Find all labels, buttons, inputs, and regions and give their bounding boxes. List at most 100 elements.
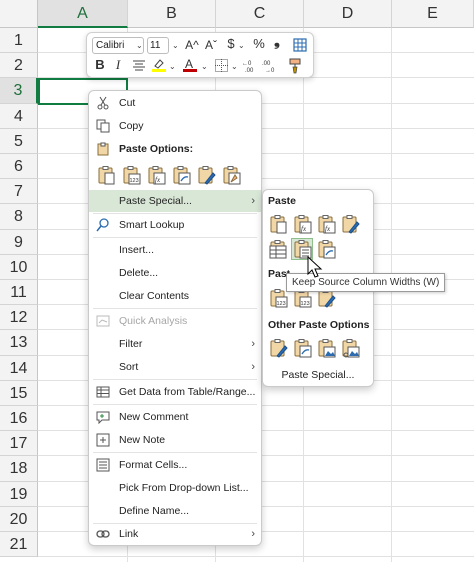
row-header-11[interactable]: 11 [0, 280, 38, 306]
comma-style-button[interactable]: ❟ [268, 34, 286, 50]
row-header-12[interactable]: 12 [0, 305, 38, 331]
font-color-icon[interactable]: A [183, 57, 197, 73]
paste-picture-icon[interactable] [316, 338, 336, 358]
format-table-icon[interactable] [293, 38, 307, 52]
row-header-3[interactable]: 3 [0, 78, 38, 104]
menu-item-label: Copy [119, 120, 144, 132]
row-header-15[interactable]: 15 [0, 380, 38, 406]
paste-formulas-number-formatting-icon[interactable]: fx [316, 214, 336, 234]
column-header-c[interactable]: C [216, 0, 304, 28]
bold-button[interactable]: B [91, 57, 109, 73]
paste-icon[interactable] [268, 214, 288, 234]
paste-formulas-icon[interactable]: fx [146, 165, 166, 185]
row-header-8[interactable]: 8 [0, 204, 38, 230]
row-header-20[interactable]: 20 [0, 506, 38, 532]
menu-item-format-cells[interactable]: Format Cells... [89, 454, 261, 476]
select-all-corner[interactable] [0, 0, 38, 28]
menu-item-delete[interactable]: Delete... [89, 262, 261, 284]
menu-item-label: New Comment [119, 411, 189, 423]
row-header-14[interactable]: 14 [0, 355, 38, 381]
format-painter-icon[interactable] [287, 58, 303, 74]
paste-keep-source-formatting-icon[interactable] [340, 214, 360, 234]
menu-item-label: Define Name... [119, 505, 190, 517]
paste-transpose-icon[interactable] [196, 165, 216, 185]
row-header-4[interactable]: 4 [0, 103, 38, 129]
chevron-down-icon[interactable]: ⌄ [172, 41, 179, 50]
paste-values-icon[interactable]: 123 [268, 288, 288, 308]
row-header-5[interactable]: 5 [0, 128, 38, 154]
paste-link-icon[interactable] [292, 338, 312, 358]
column-header-d[interactable]: D [304, 0, 392, 28]
row-header-13[interactable]: 13 [0, 330, 38, 356]
menu-item-copy[interactable]: Copy [89, 115, 261, 137]
menu-item-link[interactable]: Link › [89, 523, 261, 545]
mini-toolbar: Calibri ⌄ 11 ⌄ A^ Aˇ $ ⌄ % ❟ B I ⌄ A ⌄ ⌄… [86, 32, 314, 78]
svg-text:.00: .00 [245, 68, 254, 73]
row-header-2[interactable]: 2 [0, 53, 38, 79]
borders-icon[interactable] [215, 59, 228, 72]
increase-decimal-icon[interactable]: ←0 .00 [242, 58, 260, 73]
chevron-down-icon[interactable]: ⌄ [201, 62, 208, 71]
chevron-down-icon[interactable]: ⌄ [136, 41, 143, 50]
row-header-19[interactable]: 19 [0, 481, 38, 507]
menu-item-new-note[interactable]: New Note [89, 429, 261, 451]
paste-formulas-icon[interactable]: fx [292, 214, 312, 234]
align-center-icon[interactable] [133, 60, 145, 71]
menu-item-label: Link [119, 528, 139, 540]
menu-separator [93, 404, 257, 405]
row-header-6[interactable]: 6 [0, 154, 38, 180]
row-header-17[interactable]: 17 [0, 431, 38, 457]
table-icon [96, 386, 110, 398]
column-header-b[interactable]: B [128, 0, 216, 28]
percent-button[interactable]: % [250, 36, 268, 52]
menu-item-filter[interactable]: Filter › [89, 333, 261, 355]
chevron-down-icon[interactable]: ⌄ [238, 41, 245, 50]
column-header-a[interactable]: A [38, 0, 128, 28]
paste-formatting-icon[interactable] [221, 165, 241, 185]
menu-item-pick-from-list[interactable]: Pick From Drop-down List... [89, 477, 261, 499]
paste-no-borders-icon[interactable] [268, 239, 288, 259]
font-size-box[interactable]: 11 [147, 37, 169, 54]
menu-item-smart-lookup[interactable]: Smart Lookup [89, 214, 261, 236]
decrease-decimal-icon[interactable]: .00 →0 [262, 58, 280, 73]
menu-item-define-name[interactable]: Define Name... [89, 500, 261, 522]
row-header-9[interactable]: 9 [0, 229, 38, 255]
italic-button[interactable]: I [109, 57, 127, 73]
row-header-10[interactable]: 10 [0, 254, 38, 280]
grid-line [391, 28, 392, 562]
menu-item-cut[interactable]: Cut [89, 92, 261, 114]
decrease-font-size-button[interactable]: Aˇ [202, 37, 220, 53]
menu-item-label: Filter [119, 338, 143, 350]
row-header-7[interactable]: 7 [0, 179, 38, 205]
chevron-down-icon[interactable]: ⌄ [169, 62, 176, 71]
grid-line [38, 556, 474, 558]
column-header-e[interactable]: E [392, 0, 474, 28]
svg-text:fx: fx [155, 176, 161, 184]
menu-item-clear-contents[interactable]: Clear Contents [89, 285, 261, 307]
paste-values-icon[interactable]: 123 [121, 165, 141, 185]
chevron-right-icon: › [251, 361, 255, 373]
row-header-1[interactable]: 1 [0, 28, 38, 54]
row-header-16[interactable]: 16 [0, 406, 38, 432]
menu-item-insert[interactable]: Insert... [89, 239, 261, 261]
menu-item-new-comment[interactable]: New Comment [89, 406, 261, 428]
menu-item-label: Quick Analysis [119, 315, 188, 327]
paste-link-icon[interactable] [171, 165, 191, 185]
svg-text:←0: ←0 [242, 61, 252, 67]
row-header-18[interactable]: 18 [0, 456, 38, 482]
chevron-right-icon: › [251, 528, 255, 540]
menu-item-sort[interactable]: Sort › [89, 356, 261, 378]
highlight-color-icon[interactable] [151, 57, 167, 73]
scissors-icon [97, 96, 109, 110]
row-header-21[interactable]: 21 [0, 532, 38, 558]
menu-item-get-data[interactable]: Get Data from Table/Range... [89, 381, 261, 403]
paste-icon[interactable] [96, 165, 116, 185]
menu-item-label: Get Data from Table/Range... [119, 386, 256, 398]
svg-text:fx: fx [301, 225, 307, 233]
paste-formatting-icon[interactable] [268, 338, 288, 358]
menu-item-paste-special[interactable]: Paste Special... › [89, 190, 261, 212]
increase-font-size-button[interactable]: A^ [183, 37, 201, 53]
submenu-paste-special-item[interactable]: Paste Special... [264, 364, 372, 386]
chevron-down-icon[interactable]: ⌄ [231, 62, 238, 71]
paste-linked-picture-icon[interactable] [340, 338, 360, 358]
